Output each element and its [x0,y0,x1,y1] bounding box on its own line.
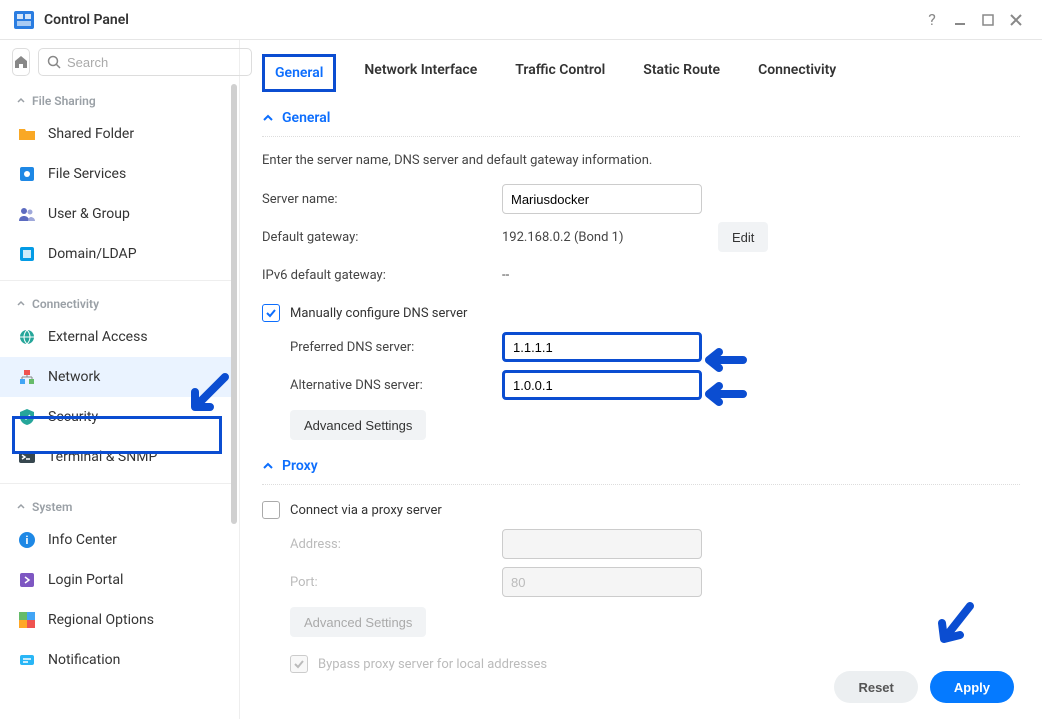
sidebar-item-security[interactable]: Security [0,397,233,437]
proxy-address-input [502,529,702,559]
regional-icon [16,609,38,631]
sidebar-item-label: Terminal & SNMP [48,449,157,465]
alternative-dns-input[interactable] [502,370,702,400]
sidebar-item-notification[interactable]: Notification [0,640,233,680]
help-button[interactable]: ? [918,6,946,34]
footer: Reset Apply [834,671,1014,703]
info-icon: i [16,529,38,551]
tabs: General Network Interface Traffic Contro… [240,40,1042,92]
sidebar-item-label: User & Group [48,206,130,222]
external-access-icon [16,326,38,348]
sidebar-item-label: Notification [48,652,120,668]
apply-button[interactable]: Apply [930,671,1014,703]
search-box[interactable] [38,48,252,76]
ipv6-label: IPv6 default gateway: [262,268,502,283]
user-group-icon [16,203,38,225]
section-label: File Sharing [32,94,96,108]
proxy-connect-checkbox[interactable] [262,501,280,519]
proxy-port-input [502,567,702,597]
bypass-proxy-label: Bypass proxy server for local addresses [318,657,547,672]
sidebar-item-info-center[interactable]: i Info Center [0,520,233,560]
pref-dns-label: Preferred DNS server: [262,340,502,355]
proxy-address-label: Address: [262,537,502,552]
titlebar: Control Panel ? [0,0,1042,40]
sidebar-item-network[interactable]: Network [0,357,233,397]
section-system[interactable]: System [0,490,233,520]
sidebar-item-label: External Access [48,329,148,345]
edit-gateway-button[interactable]: Edit [718,222,768,252]
sidebar-item-label: File Services [48,166,126,182]
sidebar: File Sharing Shared Folder File Services… [0,40,240,719]
terminal-icon [16,446,38,468]
tab-network-interface[interactable]: Network Interface [354,54,487,92]
proxy-advanced-settings-button: Advanced Settings [290,607,426,637]
folder-icon [16,123,38,145]
section-file-sharing[interactable]: File Sharing [0,84,233,114]
preferred-dns-input[interactable] [502,332,702,362]
gateway-label: Default gateway: [262,230,502,245]
section-label: Connectivity [32,297,99,311]
ipv6-value: -- [502,268,509,283]
proxy-port-label: Port: [262,575,502,590]
search-input[interactable] [67,55,243,70]
maximize-button[interactable] [974,6,1002,34]
tab-connectivity[interactable]: Connectivity [748,54,846,92]
section-label: System [32,500,72,514]
section-general-toggle[interactable]: General [262,110,1020,137]
reset-button[interactable]: Reset [834,671,917,703]
app-icon [12,8,36,32]
server-name-input[interactable] [502,184,702,214]
sidebar-item-label: Info Center [48,532,117,548]
sidebar-item-shared-folder[interactable]: Shared Folder [0,114,233,154]
sidebar-item-label: Network [48,369,100,385]
tab-static-route[interactable]: Static Route [633,54,730,92]
sidebar-item-domain-ldap[interactable]: Domain/LDAP [0,234,233,274]
tab-traffic-control[interactable]: Traffic Control [505,54,615,92]
alt-dns-label: Alternative DNS server: [262,378,502,393]
section-proxy-toggle[interactable]: Proxy [262,458,1020,485]
tab-general[interactable]: General [262,54,336,92]
main-panel: General Network Interface Traffic Contro… [240,40,1042,719]
section-heading: General [282,110,330,126]
sidebar-item-file-services[interactable]: File Services [0,154,233,194]
gateway-value: 192.168.0.2 (Bond 1) [502,230,702,245]
bypass-proxy-checkbox [290,655,308,673]
notification-icon [16,649,38,671]
sidebar-item-label: Regional Options [48,612,154,628]
server-name-label: Server name: [262,192,502,207]
sidebar-item-user-group[interactable]: User & Group [0,194,233,234]
chevron-up-icon [262,460,274,472]
home-button[interactable] [12,48,30,76]
search-icon [47,55,61,69]
sidebar-item-label: Security [48,409,98,425]
chevron-up-icon [262,112,274,124]
scrollbar-thumb[interactable] [231,84,237,524]
domain-icon [16,243,38,265]
manual-dns-label: Manually configure DNS server [290,306,467,321]
login-portal-icon [16,569,38,591]
shield-icon [16,406,38,428]
sidebar-item-label: Domain/LDAP [48,246,137,262]
sidebar-item-label: Shared Folder [48,126,134,142]
sidebar-item-login-portal[interactable]: Login Portal [0,560,233,600]
dns-advanced-settings-button[interactable]: Advanced Settings [290,410,426,440]
sidebar-item-label: Login Portal [48,572,123,588]
svg-text:i: i [26,534,29,547]
manual-dns-checkbox[interactable] [262,304,280,322]
file-services-icon [16,163,38,185]
window-title: Control Panel [44,12,129,28]
sidebar-item-external-access[interactable]: External Access [0,317,233,357]
section-connectivity[interactable]: Connectivity [0,287,233,317]
sidebar-item-regional-options[interactable]: Regional Options [0,600,233,640]
sidebar-item-terminal-snmp[interactable]: Terminal & SNMP [0,437,233,477]
section-description: Enter the server name, DNS server and de… [262,137,1020,182]
close-button[interactable] [1002,6,1030,34]
network-icon [16,366,38,388]
section-heading: Proxy [282,458,318,474]
minimize-button[interactable] [946,6,974,34]
proxy-connect-label: Connect via a proxy server [290,503,442,518]
